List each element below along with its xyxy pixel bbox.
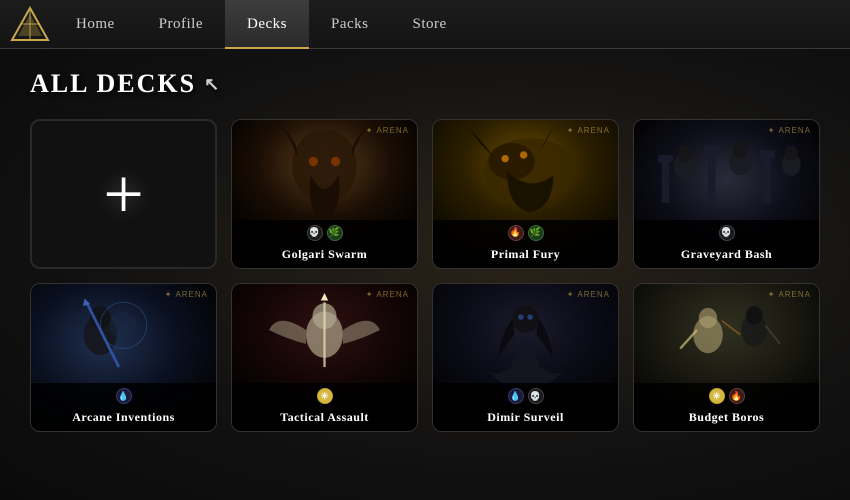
arena-badge-primal: ✦ ARENA [567, 126, 610, 135]
arena-badge-boros: ✦ ARENA [768, 290, 811, 299]
deck-mana-icons: ☀ [317, 388, 333, 404]
deck-label-graveyard: 💀 Graveyard Bash [634, 220, 819, 268]
main-content: All Decks ↖ + [0, 49, 850, 452]
deck-label-tactical: ☀ Tactical Assault [232, 383, 417, 431]
mana-red-icon2: 🔥 [729, 388, 745, 404]
mana-blue-icon: 💧 [116, 388, 132, 404]
deck-card-tactical-assault[interactable]: ✦ ARENA ☀ Tactical Assault [231, 283, 418, 433]
deck-name: Primal Fury [491, 247, 560, 262]
mana-green-icon: 🌿 [327, 225, 343, 241]
deck-mana-icons: 🔥 🌿 [508, 225, 544, 241]
deck-mana-icons: 💧 💀 [508, 388, 544, 404]
deck-card-dimir-surveil[interactable]: ✦ ARENA 💧 💀 Dimir Surveil [432, 283, 619, 433]
section-title: All Decks ↖ [30, 69, 820, 99]
deck-name: Tactical Assault [280, 410, 369, 425]
section-title-text: All Decks [30, 69, 196, 99]
deck-label-primal: 🔥 🌿 Primal Fury [433, 220, 618, 268]
arena-star-icon3: ✦ [768, 126, 776, 135]
arena-star-icon7: ✦ [768, 290, 776, 299]
deck-card-graveyard-bash[interactable]: ✦ ARENA 💀 Graveyard Bash [633, 119, 820, 269]
deck-label-arcane: 💧 Arcane Inventions [31, 383, 216, 431]
arena-star-icon5: ✦ [366, 290, 374, 299]
deck-mana-icons: 💀 🌿 [307, 225, 343, 241]
deck-label-dimir: 💧 💀 Dimir Surveil [433, 383, 618, 431]
arena-star-icon: ✦ [366, 126, 374, 135]
nav-profile[interactable]: Profile [137, 0, 225, 49]
deck-name: Dimir Surveil [487, 410, 564, 425]
deck-name: Budget Boros [689, 410, 764, 425]
mana-black-icon2: 💀 [719, 225, 735, 241]
mtga-logo [10, 6, 50, 42]
mana-white-icon2: ☀ [709, 388, 725, 404]
nav-home[interactable]: Home [54, 0, 137, 49]
arena-badge-arcane: ✦ ARENA [165, 290, 208, 299]
mana-white-icon: ☀ [317, 388, 333, 404]
deck-name: Graveyard Bash [681, 247, 772, 262]
cursor-icon: ↖ [204, 74, 221, 95]
deck-grid: + [30, 119, 820, 432]
deck-card-golgari-swarm[interactable]: ✦ ARENA 💀 🌿 Golgari Swarm [231, 119, 418, 269]
nav-store[interactable]: Store [391, 0, 469, 49]
arena-badge-dimir: ✦ ARENA [567, 290, 610, 299]
mana-red-icon: 🔥 [508, 225, 524, 241]
deck-card-budget-boros[interactable]: ✦ ARENA ☀ 🔥 Budget Boros [633, 283, 820, 433]
deck-mana-icons: ☀ 🔥 [709, 388, 745, 404]
deck-label-golgari: 💀 🌿 Golgari Swarm [232, 220, 417, 268]
arena-badge-golgari: ✦ ARENA [366, 126, 409, 135]
arena-badge-graveyard: ✦ ARENA [768, 126, 811, 135]
arena-star-icon6: ✦ [567, 290, 575, 299]
deck-name: Golgari Swarm [282, 247, 368, 262]
mana-blue-icon2: 💧 [508, 388, 524, 404]
deck-card-arcane-inventions[interactable]: ✦ ARENA 💧 Arcane Inventions [30, 283, 217, 433]
deck-label-boros: ☀ 🔥 Budget Boros [634, 383, 819, 431]
arena-badge-tactical: ✦ ARENA [366, 290, 409, 299]
arena-star-icon4: ✦ [165, 290, 173, 299]
arena-star-icon2: ✦ [567, 126, 575, 135]
deck-mana-icons: 💧 [116, 388, 132, 404]
mana-black-icon3: 💀 [528, 388, 544, 404]
deck-mana-icons: 💀 [719, 225, 735, 241]
deck-name: Arcane Inventions [72, 410, 175, 425]
mana-black-icon: 💀 [307, 225, 323, 241]
nav-packs[interactable]: Packs [309, 0, 391, 49]
plus-icon: + [103, 158, 144, 230]
nav-decks[interactable]: Decks [225, 0, 309, 49]
navigation: Home Profile Decks Packs Store [0, 0, 850, 49]
mana-green-icon2: 🌿 [528, 225, 544, 241]
deck-card-primal-fury[interactable]: ✦ ARENA 🔥 🌿 Primal Fury [432, 119, 619, 269]
add-deck-button[interactable]: + [30, 119, 217, 269]
